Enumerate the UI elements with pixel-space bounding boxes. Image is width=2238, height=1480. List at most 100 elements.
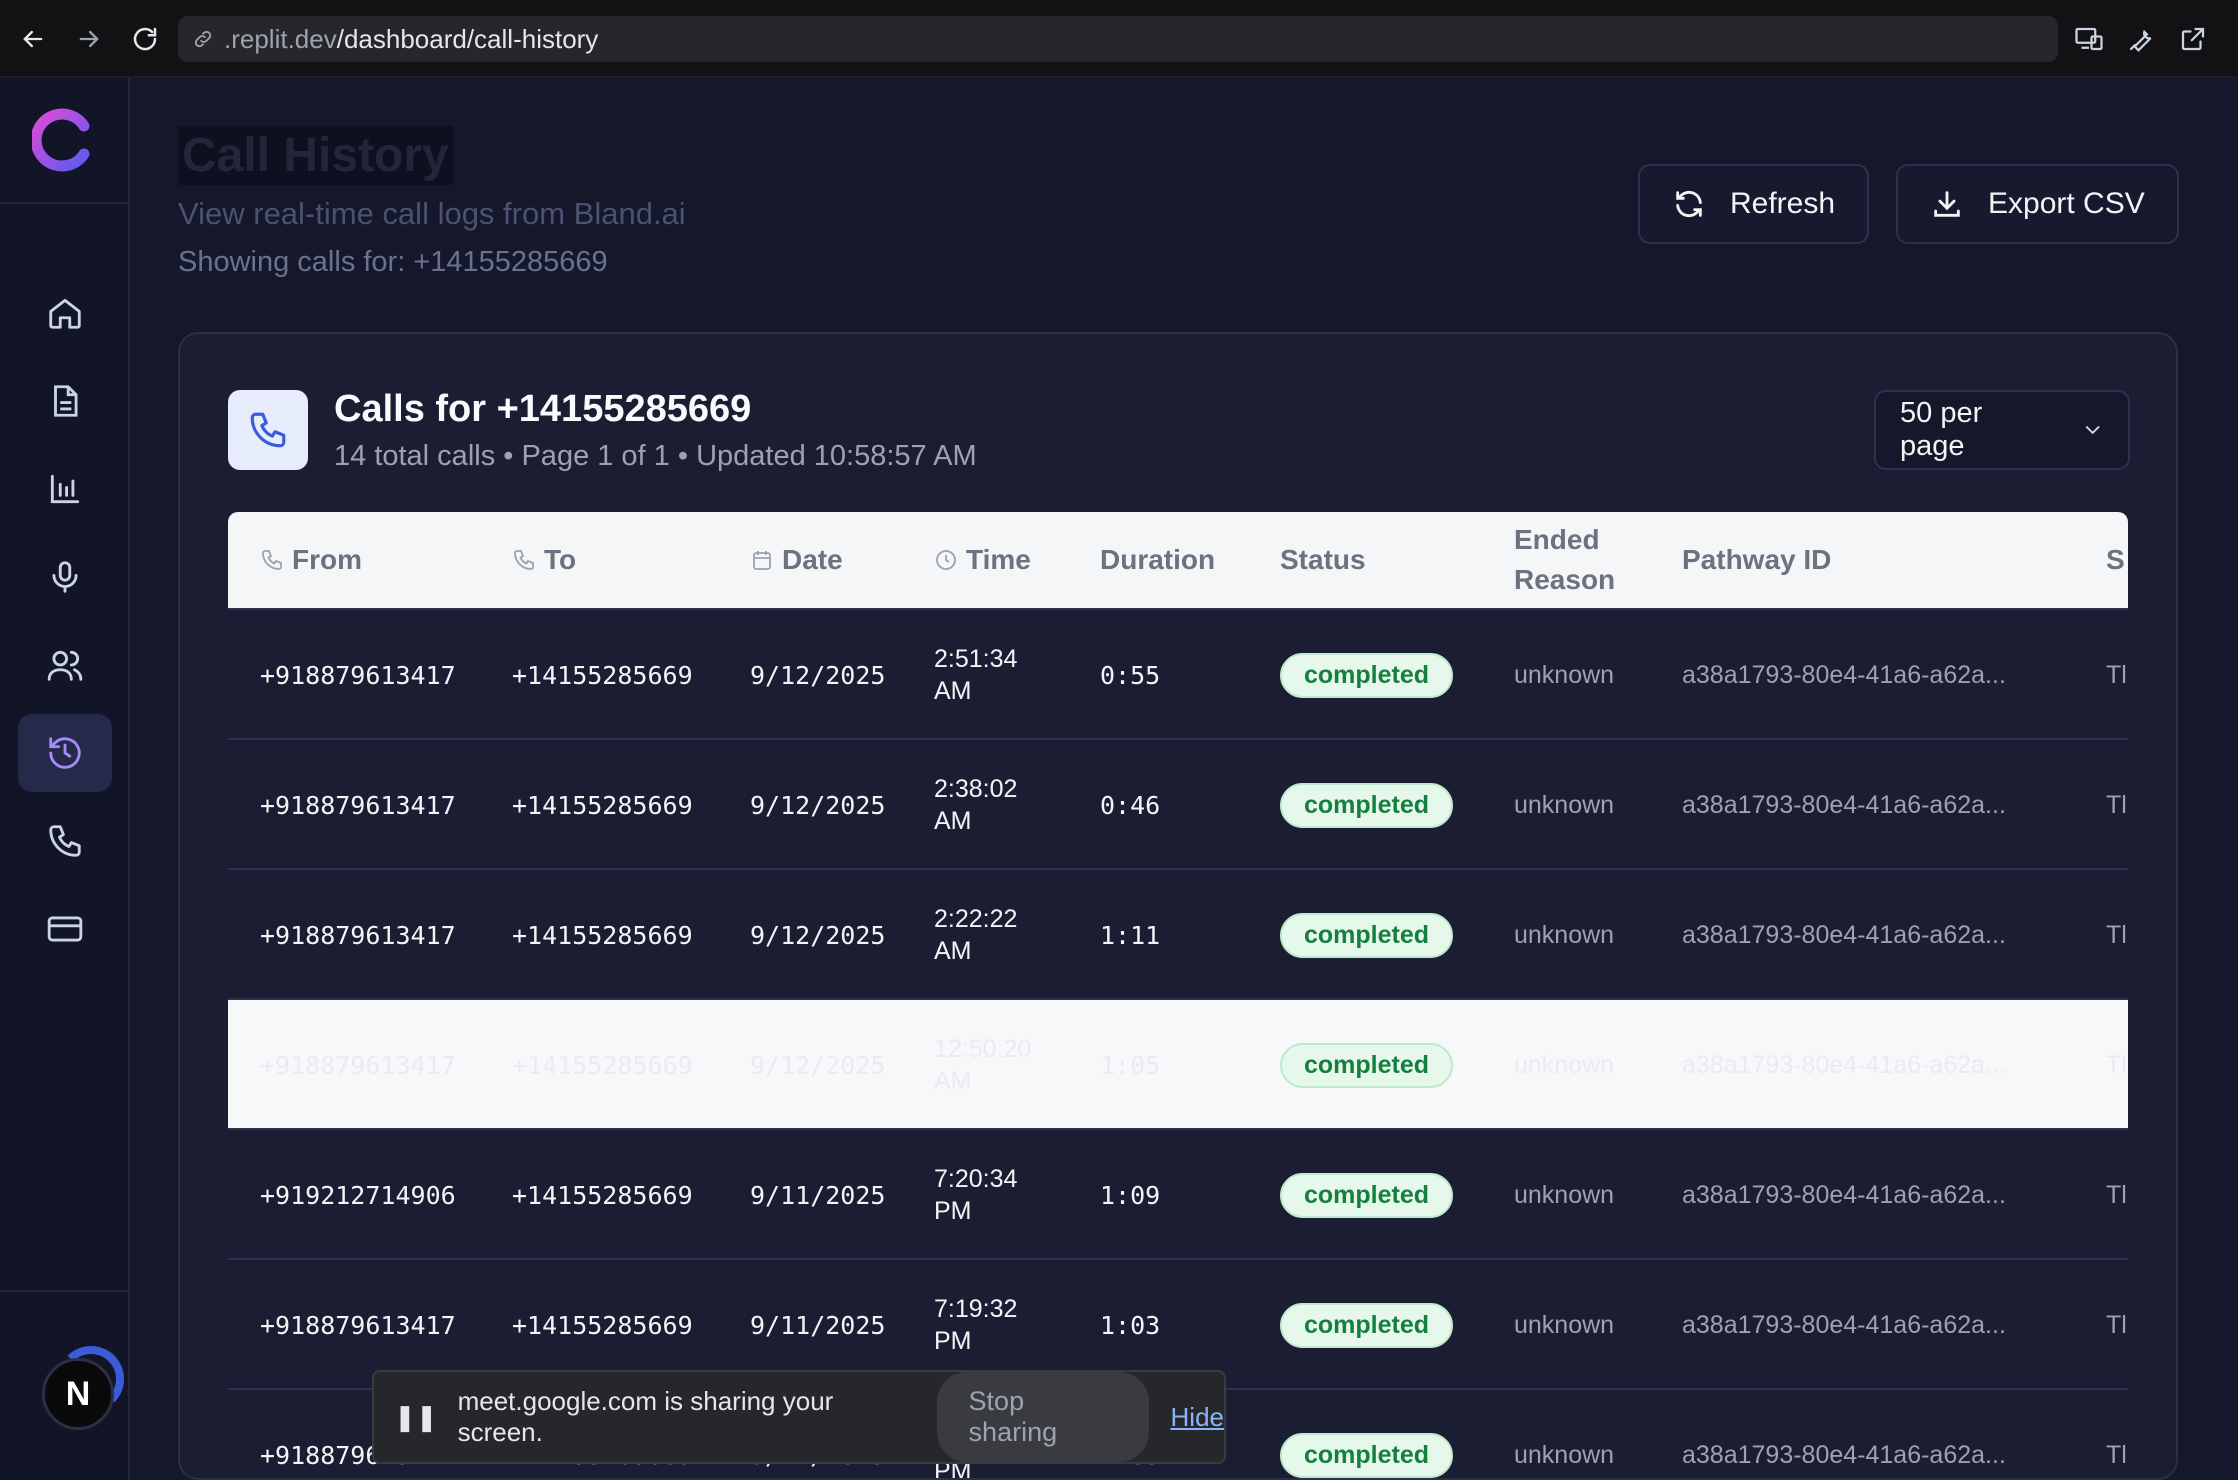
cell-time-meridiem: AM <box>934 1067 972 1095</box>
column-label-pathway-id: Pathway ID <box>1682 544 1832 575</box>
hide-link[interactable]: Hide <box>1171 1402 1224 1433</box>
reload-button[interactable] <box>126 20 164 58</box>
url-path: /dashboard/call-history <box>336 23 599 54</box>
status-badge: completed <box>1280 1042 1454 1088</box>
cell-status: completed <box>1280 1000 1454 1130</box>
cell-ended-reason: unknown <box>1514 1050 1615 1079</box>
address-bar[interactable]: .replit.dev/dashboard/call-history <box>178 16 2058 62</box>
cell-date: 9/12/2025 <box>750 660 886 690</box>
cell-from: +918879613417 <box>260 660 456 690</box>
refresh-button[interactable]: Refresh <box>1638 164 1870 244</box>
card-phone-tile <box>228 390 308 470</box>
column-header-to[interactable]: To <box>512 512 576 608</box>
cell-time: 2:38:02 AM <box>934 740 1017 870</box>
cell-to: +14155285669 <box>512 1050 693 1080</box>
cell-summary: Tl <box>2106 790 2127 819</box>
status-badge: completed <box>1280 1432 1454 1478</box>
table-row[interactable]: +918879613417 +14155285669 9/12/2025 1:05 un… <box>228 998 2128 1128</box>
cell-time-meridiem: AM <box>934 807 972 835</box>
export-csv-button[interactable]: Export CSV <box>1896 164 2179 244</box>
per-page-select[interactable]: 50 per page <box>1874 390 2130 470</box>
phone-icon <box>262 550 282 570</box>
cell-from: +918879613417 <box>260 790 456 820</box>
cell-time-value: 2:51:34 <box>934 645 1018 673</box>
cell-ended-reason: unknown <box>1514 660 1615 689</box>
cell-pathway-id: a38a1793-80e4-41a6-a62a... <box>1682 790 2006 819</box>
avatar[interactable]: N <box>42 1358 114 1430</box>
cell-pathway-id: a38a1793-80e4-41a6-a62a... <box>1682 660 2006 689</box>
column-header-duration[interactable]: Duration <box>1100 512 1215 608</box>
cell-status: completed <box>1280 1390 1454 1478</box>
stop-sharing-button[interactable]: Stop sharing <box>936 1372 1149 1462</box>
cell-status: completed <box>1280 610 1454 740</box>
column-label-ended: Ended <box>1514 524 1600 555</box>
calendar-icon <box>753 551 771 570</box>
cell-summary: Tl <box>2106 1050 2127 1079</box>
sidebar-item-documents[interactable] <box>18 362 112 440</box>
cell-time-value: 12:50:20 <box>934 1035 1032 1063</box>
users-icon <box>47 650 83 681</box>
column-label-to: To <box>544 544 577 575</box>
cell-pathway-id: a38a1793-80e4-41a6-a62a... <box>1682 1440 2006 1469</box>
cell-ended-reason: unknown <box>1514 1180 1615 1209</box>
cell-summary: Tl <box>2106 1180 2127 1209</box>
column-header-status[interactable]: Status <box>1280 512 1366 608</box>
sidebar-item-phone[interactable] <box>18 802 112 880</box>
refresh-label: Refresh <box>1730 187 1836 220</box>
reload-icon <box>133 27 157 51</box>
column-header-pathway-id[interactable]: Pathway ID <box>1682 512 1831 608</box>
devices-button[interactable] <box>2070 20 2108 58</box>
table-header: From To Date Time Duration Status Ended … <box>228 512 2128 608</box>
devices-icon <box>2075 27 2103 51</box>
column-header-time[interactable]: Time <box>934 512 1031 608</box>
screen-share-message: meet.google.com is sharing your screen. <box>457 1386 834 1447</box>
export-csv-label: Export CSV <box>1988 187 2145 220</box>
sidebar-item-billing[interactable] <box>18 890 112 968</box>
url-domain: .replit.dev <box>224 23 337 54</box>
microphone-icon <box>52 561 78 593</box>
table-row[interactable]: +919212714906 +14155285669 9/11/2025 1:09 un… <box>228 1128 2128 1258</box>
column-label-status: Status <box>1280 544 1366 575</box>
cell-ended-reason: unknown <box>1514 920 1615 949</box>
sidebar-item-contacts[interactable] <box>18 626 112 704</box>
tools-button[interactable] <box>2122 20 2160 58</box>
cell-time: 2:51:34 AM <box>934 610 1017 740</box>
cell-ended-reason: unknown <box>1514 790 1615 819</box>
sidebar-item-voice[interactable] <box>18 538 112 616</box>
logo[interactable] <box>0 78 128 204</box>
cell-date: 9/12/2025 <box>750 790 886 820</box>
open-external-button[interactable] <box>2174 20 2212 58</box>
column-label-duration: Duration <box>1100 544 1216 575</box>
column-header-date[interactable]: Date <box>750 512 843 608</box>
forward-button[interactable] <box>70 20 108 58</box>
cell-pathway-id: a38a1793-80e4-41a6-a62a... <box>1682 920 2006 949</box>
sidebar-item-call-history[interactable] <box>18 714 112 792</box>
cell-pathway-id: a38a1793-80e4-41a6-a62a... <box>1682 1050 2006 1079</box>
cell-to: +14155285669 <box>512 920 693 950</box>
screen: .replit.dev/dashboard/call-history N Cal… <box>0 0 2238 1480</box>
download-icon <box>1934 191 1960 217</box>
table-row[interactable]: +918879613417 +14155285669 9/12/2025 0:55 un… <box>228 608 2128 738</box>
cell-duration: 1:09 <box>1100 1180 1161 1210</box>
column-header-from[interactable]: From <box>260 512 362 608</box>
card-meta: 14 total calls • Page 1 of 1 • Updated 1… <box>334 440 977 472</box>
column-header-summary[interactable]: S <box>2106 512 2125 608</box>
back-button[interactable] <box>14 20 52 58</box>
table-row[interactable]: +918879613417 +14155285669 9/11/2025 1:03 un… <box>228 1258 2128 1388</box>
table-row[interactable]: +918879613417 +14155285669 9/12/2025 1:11 un… <box>228 868 2128 998</box>
column-header-ended-reason[interactable]: Ended Reason <box>1514 512 1615 608</box>
per-page-value: 50 per page <box>1900 397 1983 462</box>
cell-from: +918879613417 <box>260 1050 456 1080</box>
cell-to: +14155285669 <box>512 1180 693 1210</box>
avatar-letter: N <box>65 1374 91 1413</box>
sidebar-item-analytics[interactable] <box>18 450 112 528</box>
screen-share-banner: ❚❚ meet.google.com is sharing your scree… <box>372 1370 1226 1464</box>
cell-summary: Tl <box>2106 1440 2127 1469</box>
sidebar-item-home[interactable] <box>18 274 112 352</box>
cell-duration: 0:46 <box>1100 790 1161 820</box>
cell-status: completed <box>1280 870 1454 1000</box>
table-row[interactable]: +918879613417 +14155285669 9/12/2025 0:46 un… <box>228 738 2128 868</box>
cell-ended-reason: unknown <box>1514 1310 1615 1339</box>
refresh-icon <box>1676 190 1702 218</box>
cell-time: 2:22:22 AM <box>934 870 1017 1000</box>
